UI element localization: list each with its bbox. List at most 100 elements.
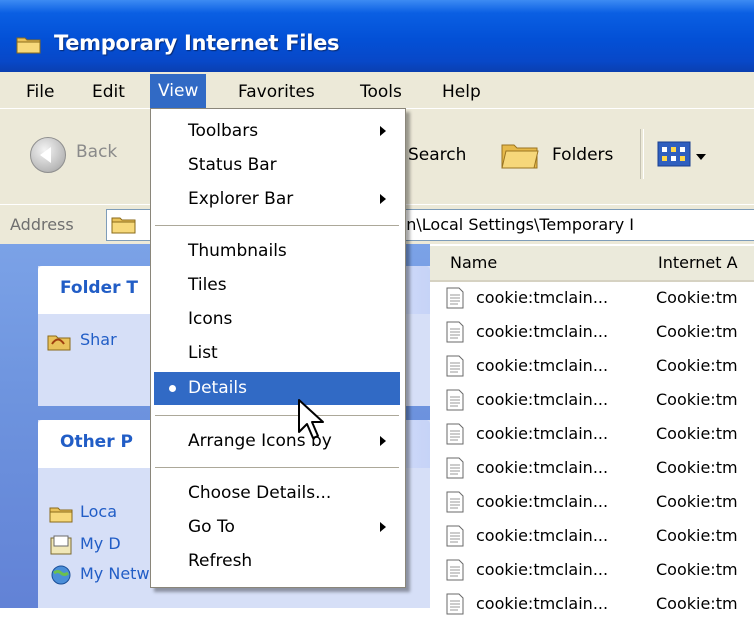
menu-tools[interactable]: Tools bbox=[352, 78, 410, 106]
menu-item-tiles[interactable]: Tiles bbox=[154, 269, 400, 302]
table-row[interactable]: cookie:tmclain... Cookie:tm bbox=[430, 316, 754, 350]
table-row[interactable]: cookie:tmclain... Cookie:tm bbox=[430, 452, 754, 486]
menu-file[interactable]: File bbox=[18, 78, 62, 106]
text-file-icon bbox=[446, 321, 464, 343]
file-list[interactable]: Name Internet A cookie:tmclain... Cookie:… bbox=[430, 244, 754, 615]
menu-item-label: Refresh bbox=[188, 551, 253, 571]
views-icon[interactable] bbox=[656, 139, 692, 169]
file-name-cell: cookie:tmclain... bbox=[476, 322, 609, 341]
submenu-arrow-icon bbox=[380, 522, 386, 532]
menu-item-label: Toolbars bbox=[188, 121, 259, 141]
table-row[interactable]: cookie:tmclain... Cookie:tm bbox=[430, 350, 754, 384]
internet-address-cell: Cookie:tm bbox=[656, 492, 738, 511]
menu-item-toolbars[interactable]: Toolbars bbox=[154, 115, 400, 148]
table-row[interactable]: cookie:tmclain... Cookie:tm bbox=[430, 282, 754, 316]
menu-item-explorer-bar[interactable]: Explorer Bar bbox=[154, 183, 400, 216]
my-documents-icon bbox=[50, 535, 72, 555]
file-name-cell: cookie:tmclain... bbox=[476, 458, 609, 477]
folder-tasks-title: Folder T bbox=[60, 278, 139, 298]
back-button-label[interactable]: Back bbox=[76, 142, 117, 162]
table-row[interactable]: cookie:tmclain... Cookie:tm bbox=[430, 588, 754, 622]
menu-item-label: Tiles bbox=[188, 275, 227, 295]
folder-icon bbox=[49, 507, 73, 523]
window-title: Temporary Internet Files bbox=[54, 31, 340, 55]
menu-item-list[interactable]: List bbox=[154, 337, 400, 370]
table-row[interactable]: cookie:tmclain... Cookie:tm bbox=[430, 384, 754, 418]
menu-item-details[interactable]: Details bbox=[154, 372, 400, 405]
menu-bar: File Edit View Favorites Tools Help bbox=[0, 72, 754, 109]
column-header-name-label: Name bbox=[450, 253, 498, 272]
local-settings-link[interactable]: Loca bbox=[80, 502, 117, 521]
folder-icon bbox=[16, 37, 41, 54]
submenu-arrow-icon bbox=[380, 436, 386, 446]
share-folder-icon bbox=[47, 335, 71, 351]
internet-address-cell: Cookie:tm bbox=[656, 424, 738, 443]
table-row[interactable]: cookie:tmclain... Cookie:tm bbox=[430, 486, 754, 520]
share-link[interactable]: Shar bbox=[80, 330, 117, 349]
internet-address-cell: Cookie:tm bbox=[656, 560, 738, 579]
toolbar-separator bbox=[640, 129, 644, 179]
internet-address-cell: Cookie:tm bbox=[656, 322, 738, 341]
menu-item-label: Icons bbox=[188, 309, 233, 329]
network-icon bbox=[51, 565, 71, 585]
menu-item-refresh[interactable]: Refresh bbox=[154, 545, 400, 578]
menu-item-status-bar[interactable]: Status Bar bbox=[154, 149, 400, 182]
internet-address-cell: Cookie:tm bbox=[656, 458, 738, 477]
address-label: Address bbox=[10, 215, 74, 234]
column-header-internet-address-label: Internet A bbox=[658, 253, 738, 272]
chevron-down-icon[interactable] bbox=[696, 154, 706, 160]
menu-item-label: Details bbox=[188, 378, 247, 398]
file-name-cell: cookie:tmclain... bbox=[476, 594, 609, 613]
menu-separator bbox=[155, 415, 399, 416]
search-button[interactable]: Search bbox=[408, 145, 466, 165]
title-bar[interactable]: Temporary Internet Files bbox=[0, 0, 754, 72]
column-header-name[interactable]: Name bbox=[430, 246, 639, 282]
file-name-cell: cookie:tmclain... bbox=[476, 356, 609, 375]
menu-item-go-to[interactable]: Go To bbox=[154, 511, 400, 544]
radio-bullet-icon bbox=[169, 385, 176, 392]
table-row[interactable]: cookie:tmclain... Cookie:tm bbox=[430, 554, 754, 588]
text-file-icon bbox=[446, 287, 464, 309]
my-documents-link[interactable]: My D bbox=[80, 534, 121, 553]
internet-address-cell: Cookie:tm bbox=[656, 356, 738, 375]
back-arrow-icon[interactable] bbox=[30, 137, 66, 173]
file-name-cell: cookie:tmclain... bbox=[476, 424, 609, 443]
file-name-cell: cookie:tmclain... bbox=[476, 560, 609, 579]
menu-item-icons[interactable]: Icons bbox=[154, 303, 400, 336]
text-file-icon bbox=[446, 457, 464, 479]
menu-view[interactable]: View bbox=[150, 74, 207, 108]
column-header-internet-address[interactable]: Internet A bbox=[638, 246, 754, 282]
text-file-icon bbox=[446, 355, 464, 377]
menu-item-choose-details[interactable]: Choose Details... bbox=[154, 477, 400, 510]
view-menu-dropdown: Toolbars Status Bar Explorer Bar Thumbna… bbox=[150, 108, 406, 588]
text-file-icon bbox=[446, 525, 464, 547]
folders-icon[interactable] bbox=[500, 137, 540, 171]
file-name-cell: cookie:tmclain... bbox=[476, 526, 609, 545]
file-name-cell: cookie:tmclain... bbox=[476, 288, 609, 307]
table-row[interactable]: cookie:tmclain... Cookie:tm bbox=[430, 418, 754, 452]
menu-help[interactable]: Help bbox=[434, 78, 489, 106]
file-name-cell: cookie:tmclain... bbox=[476, 390, 609, 409]
menu-edit[interactable]: Edit bbox=[84, 78, 133, 106]
menu-item-label: List bbox=[188, 343, 218, 363]
mouse-pointer-icon bbox=[298, 399, 324, 439]
file-name-cell: cookie:tmclain... bbox=[476, 492, 609, 511]
menu-favorites[interactable]: Favorites bbox=[230, 78, 323, 106]
text-file-icon bbox=[446, 491, 464, 513]
submenu-arrow-icon bbox=[380, 126, 386, 136]
text-file-icon bbox=[446, 389, 464, 411]
menu-item-arrange-icons-by[interactable]: Arrange Icons by bbox=[154, 425, 400, 458]
internet-address-cell: Cookie:tm bbox=[656, 594, 738, 613]
submenu-arrow-icon bbox=[380, 194, 386, 204]
menu-item-label: Go To bbox=[188, 517, 235, 537]
internet-address-cell: Cookie:tm bbox=[656, 288, 738, 307]
menu-item-thumbnails[interactable]: Thumbnails bbox=[154, 235, 400, 268]
other-places-title: Other P bbox=[60, 432, 133, 452]
text-file-icon bbox=[446, 423, 464, 445]
menu-item-label: Choose Details... bbox=[188, 483, 332, 503]
internet-address-cell: Cookie:tm bbox=[656, 526, 738, 545]
menu-item-label: Thumbnails bbox=[188, 241, 287, 261]
folders-button[interactable]: Folders bbox=[552, 145, 613, 165]
text-file-icon bbox=[446, 559, 464, 581]
table-row[interactable]: cookie:tmclain... Cookie:tm bbox=[430, 520, 754, 554]
